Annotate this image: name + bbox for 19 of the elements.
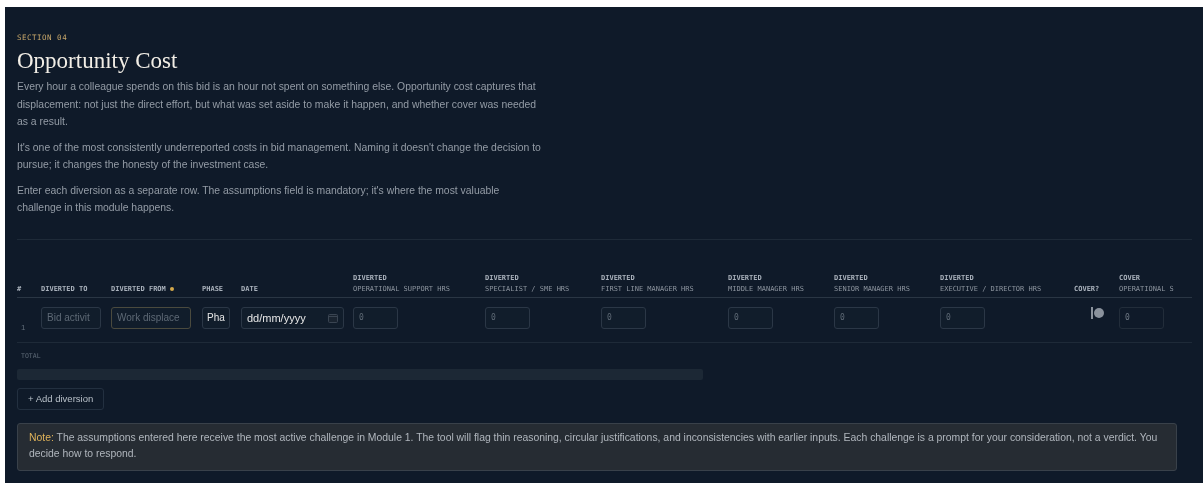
- date-input-field[interactable]: dd/mm/yyyy: [241, 306, 344, 329]
- hours-input-field[interactable]: 0: [940, 306, 985, 329]
- phase-select[interactable]: Pha: [202, 306, 230, 329]
- calendar-icon: [328, 312, 338, 323]
- row-number: 1: [21, 322, 26, 332]
- hours-input-field[interactable]: 0: [485, 306, 530, 329]
- hours-input-field[interactable]: 0: [834, 306, 879, 329]
- hours-input-field[interactable]: 0: [601, 306, 646, 329]
- cover-toggle[interactable]: [1091, 306, 1105, 319]
- add-diversion-button[interactable]: + Add diversion: [17, 387, 105, 410]
- note-text: Note: The assumptions entered here receive the most active challenge in Module 1. The tool will flag thin reasoning, circular justifications, and inconsistencies with earlier inputs. Each challenge is a prompt for your consideration, not a verdict. You decide how to respond.: [29, 430, 1159, 461]
- intro-paragraph: Enter each diversion as a separate row. The assumptions field is mandatory; it's where the most valuable challenge in this module happens.: [17, 183, 501, 215]
- text-input-field[interactable]: Work displace: [111, 306, 191, 329]
- hours-input-field[interactable]: 0: [353, 306, 398, 329]
- intro-paragraph: Every hour a colleague spends on this bid is an hour not spent on something else. Opportunity cost captures that displacement: not just the direct effort, but what was set aside to make it happen, and whether cover was needed as a result.: [17, 80, 538, 129]
- hours-input-field[interactable]: 0: [728, 306, 773, 329]
- text-input-field[interactable]: Bid activit: [41, 306, 101, 329]
- intro-paragraph: It's one of the most consistently underreported costs in bid management. Naming it doesn't change the decision to pursue; it changes the honesty of the investment case.: [17, 140, 542, 172]
- section-title: Opportunity Cost: [17, 48, 179, 74]
